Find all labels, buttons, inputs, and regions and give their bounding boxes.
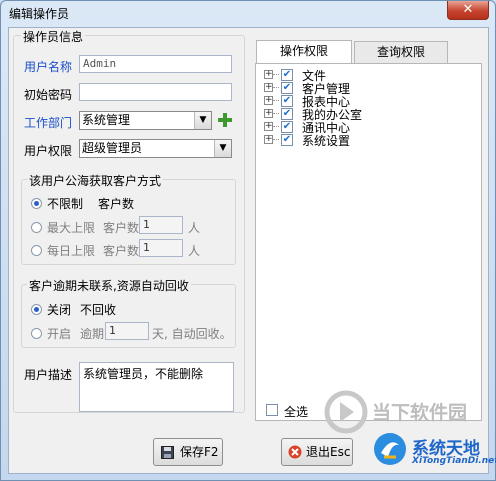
overdue-period-label: 逾期: [80, 327, 105, 341]
pool-unlimited-radio[interactable]: [31, 198, 42, 209]
dept-label: 工作部门: [24, 116, 73, 130]
pool-daily-radio[interactable]: [31, 245, 42, 256]
watermark-top-text: 当下软件园: [372, 402, 468, 424]
watermark-url: XiTongTianDi.net: [412, 456, 496, 466]
pool-max-unit: 人: [188, 221, 201, 235]
username-label: 用户名称: [24, 60, 73, 74]
tab-query-permissions[interactable]: 查询权限: [354, 41, 448, 63]
overdue-days-suffix: 天, 自动回收。: [152, 327, 232, 341]
tree-node-label: 系统设置: [302, 134, 351, 148]
overdue-off-suffix: 不回收: [80, 303, 117, 317]
chevron-down-icon: ▼: [214, 140, 231, 157]
expand-icon[interactable]: +: [264, 96, 273, 105]
pool-unlimited-suffix: 客户数: [98, 197, 135, 211]
tab-query-permissions-label: 查询权限: [376, 45, 425, 59]
perm-select-value: 超级管理员: [82, 141, 143, 155]
overdue-off-radio[interactable]: [31, 304, 42, 315]
pool-max-label: 最大上限: [47, 221, 96, 235]
dept-select[interactable]: 系统管理 ▼: [79, 111, 212, 130]
overdue-days-input[interactable]: 1: [105, 322, 149, 340]
overdue-on-label: 开启: [47, 327, 72, 341]
perm-select[interactable]: 超级管理员 ▼: [79, 139, 232, 158]
select-all-checkbox[interactable]: [266, 404, 278, 416]
tree-connector: [273, 113, 279, 114]
title-bar: 编辑操作员 ✕: [1, 1, 495, 25]
expand-icon[interactable]: +: [264, 70, 273, 79]
pool-group-title: 该用户公海获取客户方式: [27, 172, 164, 189]
dialog-client: 操作员信息 用户名称 Admin 初始密码 工作部门 系统管理 ▼ 用户权限 超…: [8, 27, 496, 475]
add-dept-icon[interactable]: [217, 112, 233, 128]
expand-icon[interactable]: +: [264, 122, 273, 131]
watermark-brand-logo: [374, 433, 406, 465]
tree-connector: [273, 74, 279, 75]
dialog-window: 编辑操作员 ✕ 操作员信息 用户名称 Admin 初始密码 工作部门 系统管理 …: [0, 0, 496, 481]
save-button[interactable]: 保存F2: [153, 438, 223, 466]
overdue-on-radio[interactable]: [31, 328, 42, 339]
overdue-group-title: 客户逾期未联系,资源自动回收: [27, 277, 191, 294]
watermark-logo: [324, 390, 368, 434]
tree-connector: [273, 126, 279, 127]
pool-unlimited-label: 不限制: [47, 197, 84, 211]
select-all-label: 全选: [284, 405, 309, 419]
close-icon: ✕: [462, 2, 474, 17]
floppy-disk-icon: [161, 446, 174, 459]
tree-checkbox[interactable]: ✔: [281, 69, 293, 81]
chevron-down-icon: ▼: [194, 112, 211, 129]
username-input[interactable]: Admin: [79, 55, 232, 73]
permission-tree-pane: + ✔ 文件 + ✔ 客户管理 + ✔ 报表中心 + ✔ 我的办公室 + ✔ 通…: [255, 63, 482, 421]
tree-connector: [273, 139, 279, 140]
window-title: 编辑操作员: [9, 7, 70, 21]
overdue-off-label: 关闭: [47, 303, 72, 317]
pool-max-input[interactable]: 1: [139, 216, 183, 234]
expand-icon[interactable]: +: [264, 83, 273, 92]
dept-select-value: 系统管理: [82, 113, 131, 127]
pool-daily-count-label: 客户数: [103, 244, 140, 258]
desc-textarea[interactable]: 系统管理员，不能删除: [79, 362, 234, 412]
tree-connector: [273, 100, 279, 101]
pool-max-radio[interactable]: [31, 222, 42, 233]
cancel-icon: [288, 445, 302, 459]
tree-connector: [273, 87, 279, 88]
tab-operation-permissions[interactable]: 操作权限: [256, 40, 352, 63]
close-button[interactable]: ✕: [447, 1, 489, 20]
expand-icon[interactable]: +: [264, 109, 273, 118]
desc-label: 用户描述: [24, 368, 73, 382]
tree-checkbox[interactable]: ✔: [281, 82, 293, 94]
expand-icon[interactable]: +: [264, 135, 273, 144]
password-label: 初始密码: [24, 88, 73, 102]
watermark: 当下软件园 系统天地 XiTongTianDi.net: [324, 382, 496, 475]
pool-daily-input[interactable]: 1: [139, 239, 183, 257]
operator-info-title: 操作员信息: [21, 28, 86, 45]
perm-label: 用户权限: [24, 144, 73, 158]
tab-operation-permissions-label: 操作权限: [279, 44, 328, 58]
tree-checkbox[interactable]: ✔: [281, 108, 293, 120]
tree-checkbox[interactable]: ✔: [281, 121, 293, 133]
password-input[interactable]: [79, 83, 232, 101]
pool-max-count-label: 客户数: [103, 221, 140, 235]
tree-checkbox[interactable]: ✔: [281, 95, 293, 107]
pool-daily-unit: 人: [188, 244, 201, 258]
pool-daily-label: 每日上限: [47, 244, 96, 258]
tree-checkbox[interactable]: ✔: [281, 134, 293, 146]
save-button-label: 保存F2: [180, 445, 219, 459]
